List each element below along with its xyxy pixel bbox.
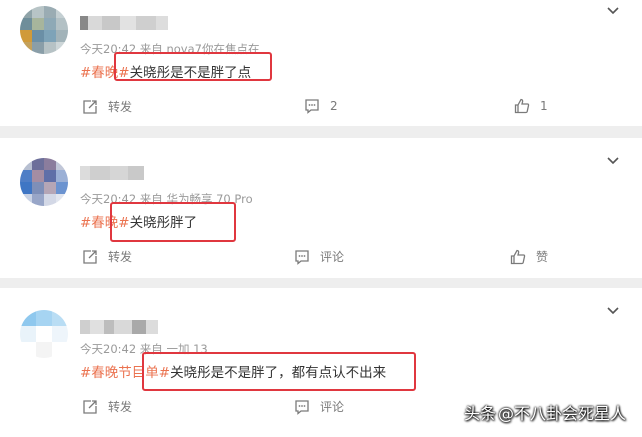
comment-label: 评论 (320, 400, 345, 414)
repost-label: 转发 (108, 400, 133, 414)
watermark-prefix: 头条 (464, 404, 497, 423)
like-button[interactable]: 1 (514, 98, 548, 114)
repost-icon (83, 249, 97, 264)
repost-label: 转发 (108, 250, 133, 264)
comment-button[interactable]: 评论 (294, 398, 344, 415)
username-blurred[interactable] (80, 16, 168, 30)
chevron-down-icon[interactable] (606, 306, 620, 316)
username-blurred[interactable] (80, 166, 144, 180)
repost-button[interactable]: 转发 (82, 398, 132, 415)
chevron-down-icon[interactable] (606, 6, 620, 16)
comment-count: 2 (330, 99, 338, 113)
repost-icon (83, 399, 97, 414)
repost-button[interactable]: 转发 (82, 98, 132, 115)
watermark-handle: @不八卦会死星人 (498, 404, 627, 423)
like-label: 赞 (536, 250, 549, 264)
avatar[interactable] (20, 158, 68, 206)
like-button[interactable]: 赞 (510, 248, 548, 265)
comment-icon (305, 99, 319, 114)
comment-label: 评论 (320, 250, 345, 264)
post-card-1: 今天20:42 来自 nova7你在焦点在 #春晚#关晓彤是不是胖了点 转发 2… (0, 0, 642, 126)
avatar[interactable] (20, 310, 68, 358)
comment-icon (295, 399, 309, 415)
chevron-down-icon[interactable] (606, 156, 620, 166)
avatar[interactable] (20, 6, 68, 54)
comment-button[interactable]: 评论 (294, 248, 344, 265)
repost-icon (83, 99, 97, 114)
like-icon (514, 98, 530, 114)
like-count: 1 (540, 99, 548, 113)
highlight-box (142, 352, 416, 391)
username-blurred[interactable] (80, 320, 158, 334)
repost-label: 转发 (108, 100, 133, 114)
repost-button[interactable]: 转发 (82, 248, 132, 265)
like-icon (510, 249, 526, 264)
watermark: 头条 @不八卦会死星人 (464, 400, 626, 424)
comment-icon (295, 249, 309, 265)
post-card-2: 今天20:42 来自 华为畅享 70 Pro #春晚#关晓彤胖了 转发 评论 赞 (0, 138, 642, 278)
highlight-box (114, 52, 272, 81)
comment-button[interactable]: 2 (304, 98, 338, 114)
highlight-box (110, 202, 236, 242)
